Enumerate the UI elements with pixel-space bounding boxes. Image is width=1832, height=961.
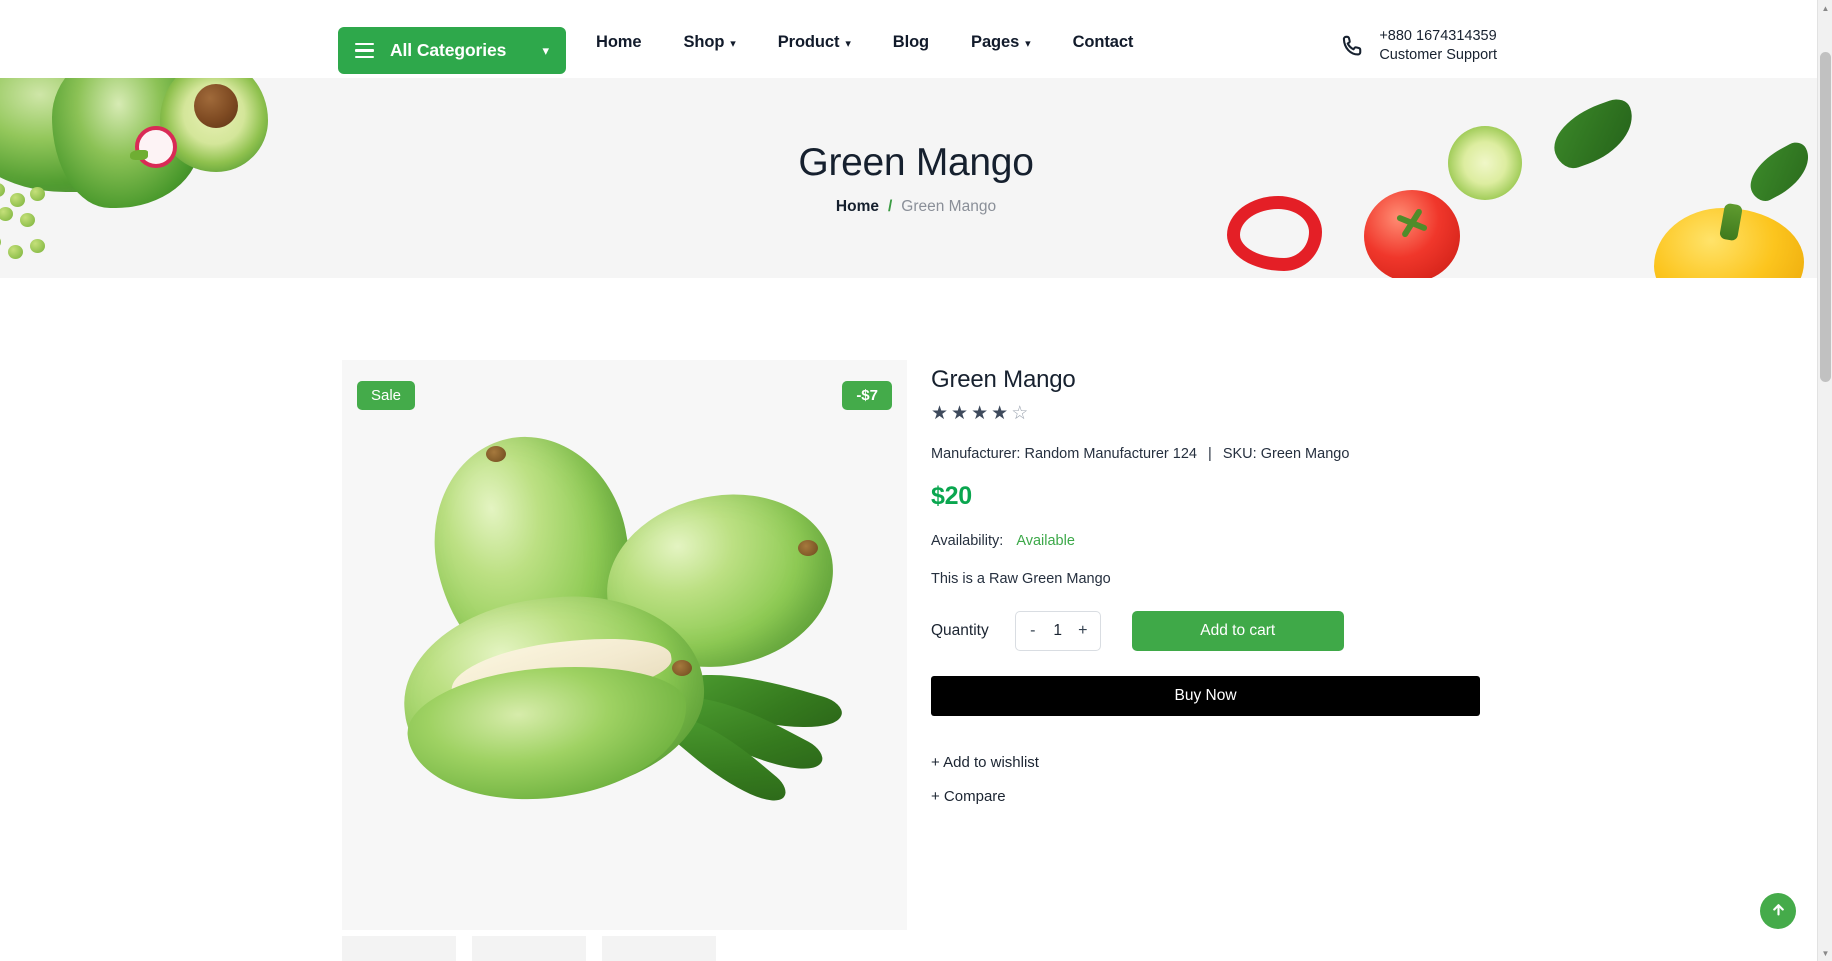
availability-value: Available (1016, 533, 1075, 549)
scrollbar-down-arrow-icon[interactable]: ▼ (1818, 945, 1832, 961)
chevron-down-icon: ▾ (845, 38, 851, 50)
sku-label: SKU: (1222, 446, 1257, 462)
star-filled: ★ (931, 403, 949, 424)
nav-label: Blog (892, 33, 930, 51)
mango-stem (671, 660, 692, 676)
scrollbar-thumb[interactable] (1820, 52, 1831, 382)
hamburger-icon (355, 43, 374, 58)
nav-item-product[interactable]: Product ▾ (757, 33, 872, 52)
availability-label: Availability: (931, 533, 1004, 549)
page-title: Green Mango (798, 140, 1034, 184)
scroll-to-top-button[interactable] (1760, 893, 1796, 929)
mango-stem (485, 446, 506, 462)
quantity-label: Quantity (931, 622, 989, 639)
breadcrumb: Home / Green Mango (836, 198, 996, 216)
nav-label: Shop (683, 33, 725, 51)
chevron-down-icon: ▾ (1025, 38, 1031, 50)
scrollbar-up-arrow-icon[interactable]: ▲ (1818, 0, 1832, 16)
manufacturer-label: Manufacturer: (931, 446, 1021, 462)
breadcrumb-separator: / (887, 197, 893, 215)
quantity-row: Quantity - 1 + Add to cart (931, 611, 1571, 651)
nav-item-shop[interactable]: Shop ▾ (662, 33, 756, 52)
star-filled: ★ (951, 403, 969, 424)
sale-badge: Sale (357, 381, 416, 410)
nav-label: Contact (1072, 33, 1134, 51)
rating-stars: ★ ★ ★ ★ ☆ (931, 404, 1571, 423)
support-phone-number: +880 1674314359 (1379, 28, 1497, 44)
product-price: $20 (931, 482, 972, 510)
compare-link[interactable]: + Compare (931, 788, 1006, 805)
star-filled: ★ (991, 403, 1009, 424)
all-categories-label: All Categories (390, 40, 507, 60)
star-filled: ★ (971, 403, 989, 424)
product-gallery: Sale -$7 (342, 360, 907, 930)
breadcrumb-current: Green Mango (901, 197, 997, 215)
add-to-cart-button[interactable]: Add to cart (1131, 611, 1344, 651)
nav-item-contact[interactable]: Contact (1052, 33, 1155, 52)
all-categories-button[interactable]: All Categories ▾ (338, 27, 566, 74)
gallery-thumbnail[interactable] (342, 936, 456, 961)
nav-label: Home (596, 33, 642, 51)
main-navigation: Home Shop ▾ Product ▾ Blog Pages ▾ Conta… (596, 33, 1154, 52)
nav-item-pages[interactable]: Pages ▾ (950, 33, 1052, 52)
nav-item-blog[interactable]: Blog (872, 33, 950, 52)
breadcrumb-home[interactable]: Home (836, 198, 879, 216)
page-banner: Green Mango Home / Green Mango (0, 78, 1832, 278)
availability-row: Availability: Available (931, 533, 1571, 549)
product-section: Sale -$7 Green Mango ★ ★ ★ ★ ☆ Manufactu… (0, 278, 1832, 930)
product-image[interactable] (342, 360, 907, 930)
meta-separator: | (1208, 446, 1212, 462)
support-caption: Customer Support (1379, 47, 1497, 64)
arrow-up-icon (1770, 901, 1787, 921)
chevron-down-icon: ▾ (542, 43, 549, 58)
phone-icon (1340, 33, 1366, 59)
buy-now-button[interactable]: Buy Now (931, 676, 1480, 716)
discount-badge: -$7 (842, 381, 892, 410)
chevron-down-icon: ▾ (730, 38, 736, 50)
support-text: +880 1674314359 Customer Support (1379, 27, 1497, 66)
nav-item-home[interactable]: Home (596, 33, 662, 52)
page-root: All Categories ▾ Home Shop ▾ Product ▾ B… (0, 0, 1832, 961)
product-title: Green Mango (931, 366, 1076, 393)
site-header: All Categories ▾ Home Shop ▾ Product ▾ B… (0, 0, 1832, 78)
quantity-decrease-button[interactable]: - (1020, 612, 1046, 650)
gallery-thumbnails (342, 936, 716, 961)
quantity-increase-button[interactable]: + (1070, 612, 1096, 650)
browser-scrollbar[interactable]: ▲ ▼ (1817, 0, 1832, 961)
product-info: Green Mango ★ ★ ★ ★ ☆ Manufacturer: Rand… (931, 360, 1571, 930)
gallery-thumbnail[interactable] (602, 936, 716, 961)
quantity-stepper[interactable]: - 1 + (1014, 611, 1101, 651)
nav-label: Product (777, 33, 840, 51)
star-empty: ☆ (1011, 403, 1029, 424)
add-to-wishlist-link[interactable]: + Add to wishlist (931, 754, 1039, 771)
quantity-value[interactable]: 1 (1046, 622, 1070, 640)
customer-support-block[interactable]: +880 1674314359 Customer Support (1340, 27, 1497, 66)
sku-value: Green Mango (1260, 446, 1350, 462)
product-meta: Manufacturer: Random Manufacturer 124 | … (931, 446, 1571, 462)
product-description: This is a Raw Green Mango (931, 571, 1111, 587)
manufacturer-value: Random Manufacturer 124 (1024, 446, 1198, 462)
gallery-thumbnail[interactable] (472, 936, 586, 961)
mango-stem (797, 540, 818, 556)
nav-label: Pages (971, 33, 1020, 51)
